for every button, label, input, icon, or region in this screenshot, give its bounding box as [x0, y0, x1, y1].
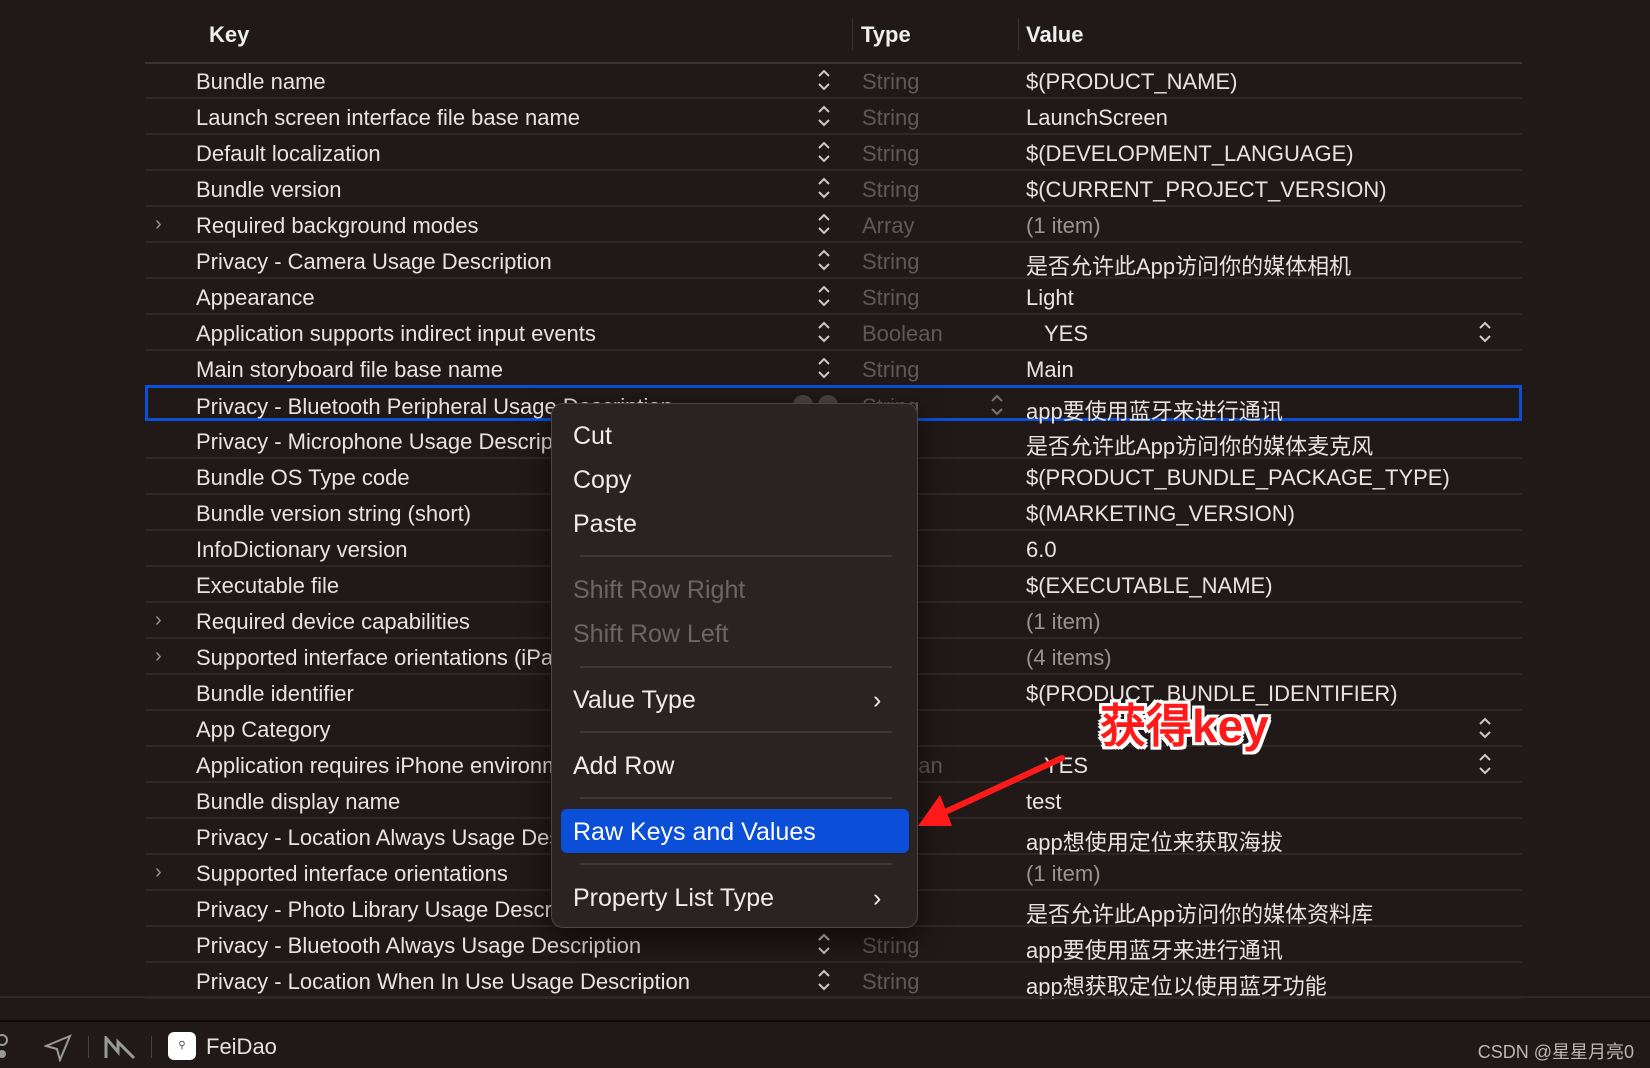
app-name[interactable]: FeiDao — [206, 1034, 277, 1060]
toggle-icon[interactable] — [0, 1034, 12, 1060]
divider — [151, 1036, 152, 1058]
memory-graph-icon[interactable] — [104, 1036, 136, 1060]
location-arrow-icon[interactable] — [44, 1034, 72, 1062]
divider — [88, 1036, 89, 1058]
app-icon: ⚲ — [168, 1032, 196, 1060]
bottom-bar: ⚲ FeiDao CSDN @星星月亮0 — [0, 1020, 1650, 1068]
watermark: CSDN @星星月亮0 — [1477, 1042, 1634, 1062]
annotation-arrow-icon — [918, 755, 1065, 826]
divider — [0, 996, 1650, 998]
